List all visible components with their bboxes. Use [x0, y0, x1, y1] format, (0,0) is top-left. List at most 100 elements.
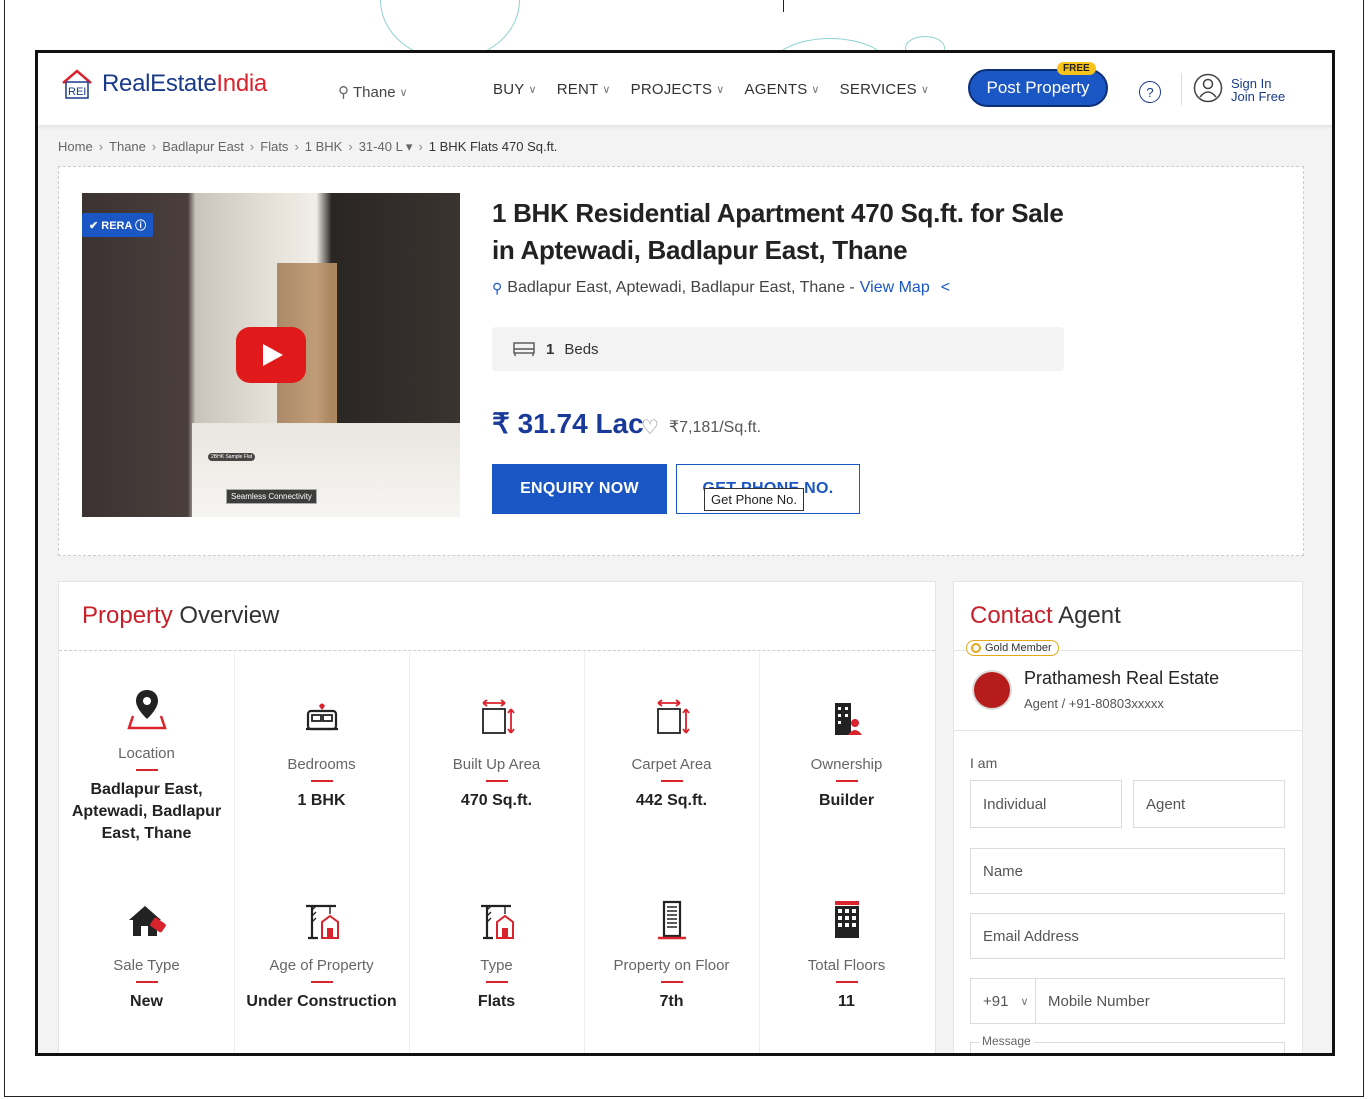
nav-rent[interactable]: RENT ∨: [557, 81, 611, 98]
breadcrumb: Home › Thane › Badlapur East › Flats › 1 BHK…: [58, 139, 558, 155]
play-icon[interactable]: [236, 327, 306, 383]
location-pin-icon: [126, 690, 167, 730]
overview-location: Location Badlapur East, Aptewadi, Badlap…: [59, 686, 234, 845]
overview-value: New: [130, 993, 163, 1010]
name-field[interactable]: Name: [970, 848, 1285, 894]
contact-divider: [954, 730, 1302, 731]
overview-value: Under Construction: [246, 993, 397, 1010]
nav-services[interactable]: SERVICES ∨: [840, 81, 929, 98]
share-icon[interactable]: <: [941, 279, 950, 297]
chevron-down-icon: ∨: [399, 86, 408, 99]
address-text: Badlapur East, Aptewadi, Badlapur East, …: [507, 279, 855, 296]
breadcrumb-thane[interactable]: Thane: [109, 139, 146, 155]
site-logo[interactable]: REI RealEstateIndia: [60, 67, 267, 101]
join-free-label: Join Free: [1231, 89, 1286, 104]
agent-option[interactable]: Agent: [1133, 780, 1285, 828]
city-label: Thane: [353, 83, 396, 101]
breadcrumb-budget[interactable]: 31-40 L ▾: [359, 139, 413, 155]
user-icon[interactable]: [1193, 73, 1223, 103]
listing-address: ⚲ Badlapur East, Aptewadi, Badlapur East…: [492, 279, 950, 297]
rera-badge: ✔ RERA ⓘ: [82, 213, 154, 237]
overview-value: 1 BHK: [297, 792, 346, 809]
floor-building-icon: [657, 900, 686, 940]
phone-tooltip: Get Phone No.: [704, 488, 804, 511]
breadcrumb-home[interactable]: Home: [58, 139, 93, 155]
carpet-area-icon: [656, 699, 690, 734]
beds-count: 1: [546, 340, 555, 358]
price-per-sqft: ₹7,181/Sq.ft.: [669, 419, 762, 436]
overview-dash: [310, 780, 333, 782]
overview-label: Carpet Area: [631, 756, 712, 773]
chevron-down-icon: ∨: [811, 84, 820, 96]
nav-buy[interactable]: BUY ∨: [493, 81, 537, 98]
overview-type: Type Flats: [409, 898, 584, 1013]
crane-icon: [305, 904, 339, 940]
main-nav: BUY ∨ RENT ∨ PROJECTS ∨ AGENTS ∨ SERVICES ∨: [493, 81, 929, 98]
overview-label: Sale Type: [113, 957, 180, 974]
breadcrumb-1bhk[interactable]: 1 BHK: [305, 139, 343, 155]
city-selector[interactable]: ⚲ Thane ∨: [338, 83, 408, 102]
overview-dash: [310, 981, 333, 983]
overview-label: Total Floors: [807, 957, 886, 974]
country-code-select[interactable]: +91 ∨: [970, 978, 1036, 1024]
country-code-value: +91: [983, 992, 1009, 1010]
nav-projects[interactable]: PROJECTS ∨: [631, 81, 725, 98]
house-sale-icon: [128, 906, 166, 936]
nav-agents[interactable]: AGENTS ∨: [745, 81, 820, 98]
map-pin-icon: ⚲: [492, 279, 503, 296]
breadcrumb-flats[interactable]: Flats: [260, 139, 288, 155]
overview-ownership: Ownership Builder: [759, 697, 934, 812]
overview-dash: [660, 981, 683, 983]
property-video[interactable]: ✔ RERA ⓘ 2BHK Sample Flat Seamless Conne…: [82, 193, 460, 517]
overview-divider: [59, 650, 935, 651]
chevron-down-icon: ∨: [920, 84, 930, 96]
chevron-down-icon: ∨: [1020, 995, 1029, 1008]
breadcrumb-badlapur[interactable]: Badlapur East: [162, 139, 244, 155]
contact-agent-panel: Contact Agent Gold Member Prathamesh Rea…: [953, 581, 1303, 1053]
i-am-label: I am: [970, 755, 998, 771]
breadcrumb-current: 1 BHK Flats 470 Sq.ft.: [428, 139, 558, 154]
frame-divider: [783, 0, 784, 12]
tower-icon: [834, 901, 859, 938]
overview-bedrooms: Bedrooms 1 BHK: [234, 697, 409, 812]
listing-card: ✔ RERA ⓘ 2BHK Sample Flat Seamless Conne…: [58, 166, 1304, 556]
overview-value: 442 Sq.ft.: [635, 792, 708, 809]
overview-label: Built Up Area: [452, 756, 541, 773]
overview-total-floors: Total Floors 11: [759, 898, 934, 1013]
browser-viewport: REI RealEstateIndia ⚲ Thane ∨ BUY ∨ RENT ∨…: [35, 50, 1335, 1056]
header-divider: [1181, 73, 1182, 105]
gold-member-label: Gold Member: [985, 642, 1052, 654]
individual-option[interactable]: Individual: [970, 780, 1122, 828]
svg-text:REI: REI: [68, 86, 86, 98]
overview-label: Ownership: [810, 756, 883, 773]
overview-value: Flats: [477, 993, 516, 1010]
message-label: Message: [979, 1034, 1034, 1048]
building-owner-icon: [834, 703, 862, 735]
overview-label: Location: [118, 745, 175, 762]
view-map-link[interactable]: View Map: [860, 279, 930, 297]
crane-flats-icon: [480, 904, 514, 940]
sign-in-link[interactable]: Sign In Join Free: [1231, 77, 1285, 103]
logo-wordmark: RealEstateIndia: [102, 70, 267, 97]
agent-name[interactable]: Prathamesh Real Estate: [1024, 668, 1219, 689]
mobile-field[interactable]: Mobile Number: [1035, 978, 1285, 1024]
overview-grid: Location Badlapur East, Aptewadi, Badlap…: [59, 652, 935, 1053]
overview-label: Type: [480, 957, 513, 974]
overview-dash: [835, 780, 858, 782]
agent-avatar: [972, 670, 1012, 710]
overview-carpet-area: Carpet Area 442 Sq.ft.: [584, 697, 759, 812]
enquiry-now-button[interactable]: ENQUIRY NOW: [492, 464, 667, 514]
email-field[interactable]: Email Address: [970, 913, 1285, 959]
overview-dash: [135, 981, 158, 983]
overview-sale-type: Sale Type New: [59, 898, 234, 1013]
area-icon: [481, 699, 515, 734]
bed-icon: [513, 342, 535, 356]
logo-house-icon: REI: [62, 69, 92, 99]
chevron-down-icon: ∨: [528, 84, 537, 96]
heart-icon[interactable]: ♡: [641, 415, 659, 440]
chevron-down-icon: ∨: [602, 84, 611, 96]
overview-dash: [485, 780, 508, 782]
help-icon[interactable]: ?: [1139, 81, 1161, 103]
overview-value: 11: [838, 993, 855, 1010]
price: ₹ 31.74 Lac: [492, 408, 644, 439]
